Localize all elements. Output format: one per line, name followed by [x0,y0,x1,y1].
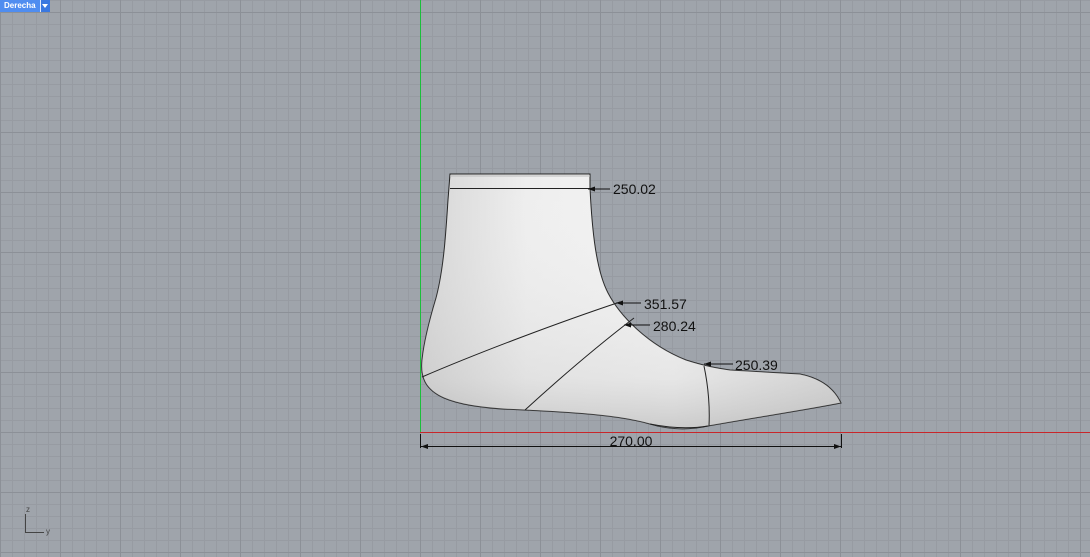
axis-label-z: z [26,505,30,514]
viewport-name[interactable]: Derecha [0,0,40,12]
viewport-tab[interactable]: Derecha [0,0,50,12]
viewport-canvas[interactable]: 250.02 351.57 280.24 250.39 270.00 z y [0,0,1090,557]
axis-label-y: y [46,527,50,536]
instep-girth-value: 351.57 [644,296,687,312]
shoe-last-model[interactable] [421,173,842,430]
top-girth-value: 250.02 [613,181,656,197]
last-shading [421,174,841,429]
dimension-instep-girth[interactable]: 351.57 [616,296,687,312]
arrow-head [616,300,623,306]
length-value: 270.00 [610,433,653,449]
arrow-head-left [421,444,428,449]
chevron-down-icon[interactable] [39,0,50,12]
waist-girth-value: 280.24 [653,318,696,334]
dimension-top-girth[interactable]: 250.02 [588,181,656,197]
ball-girth-value: 250.39 [735,357,778,373]
dimension-length[interactable]: 270.00 [420,433,842,449]
arrow-head-right [834,444,841,449]
axis-orientation-icon: z y [25,505,50,536]
